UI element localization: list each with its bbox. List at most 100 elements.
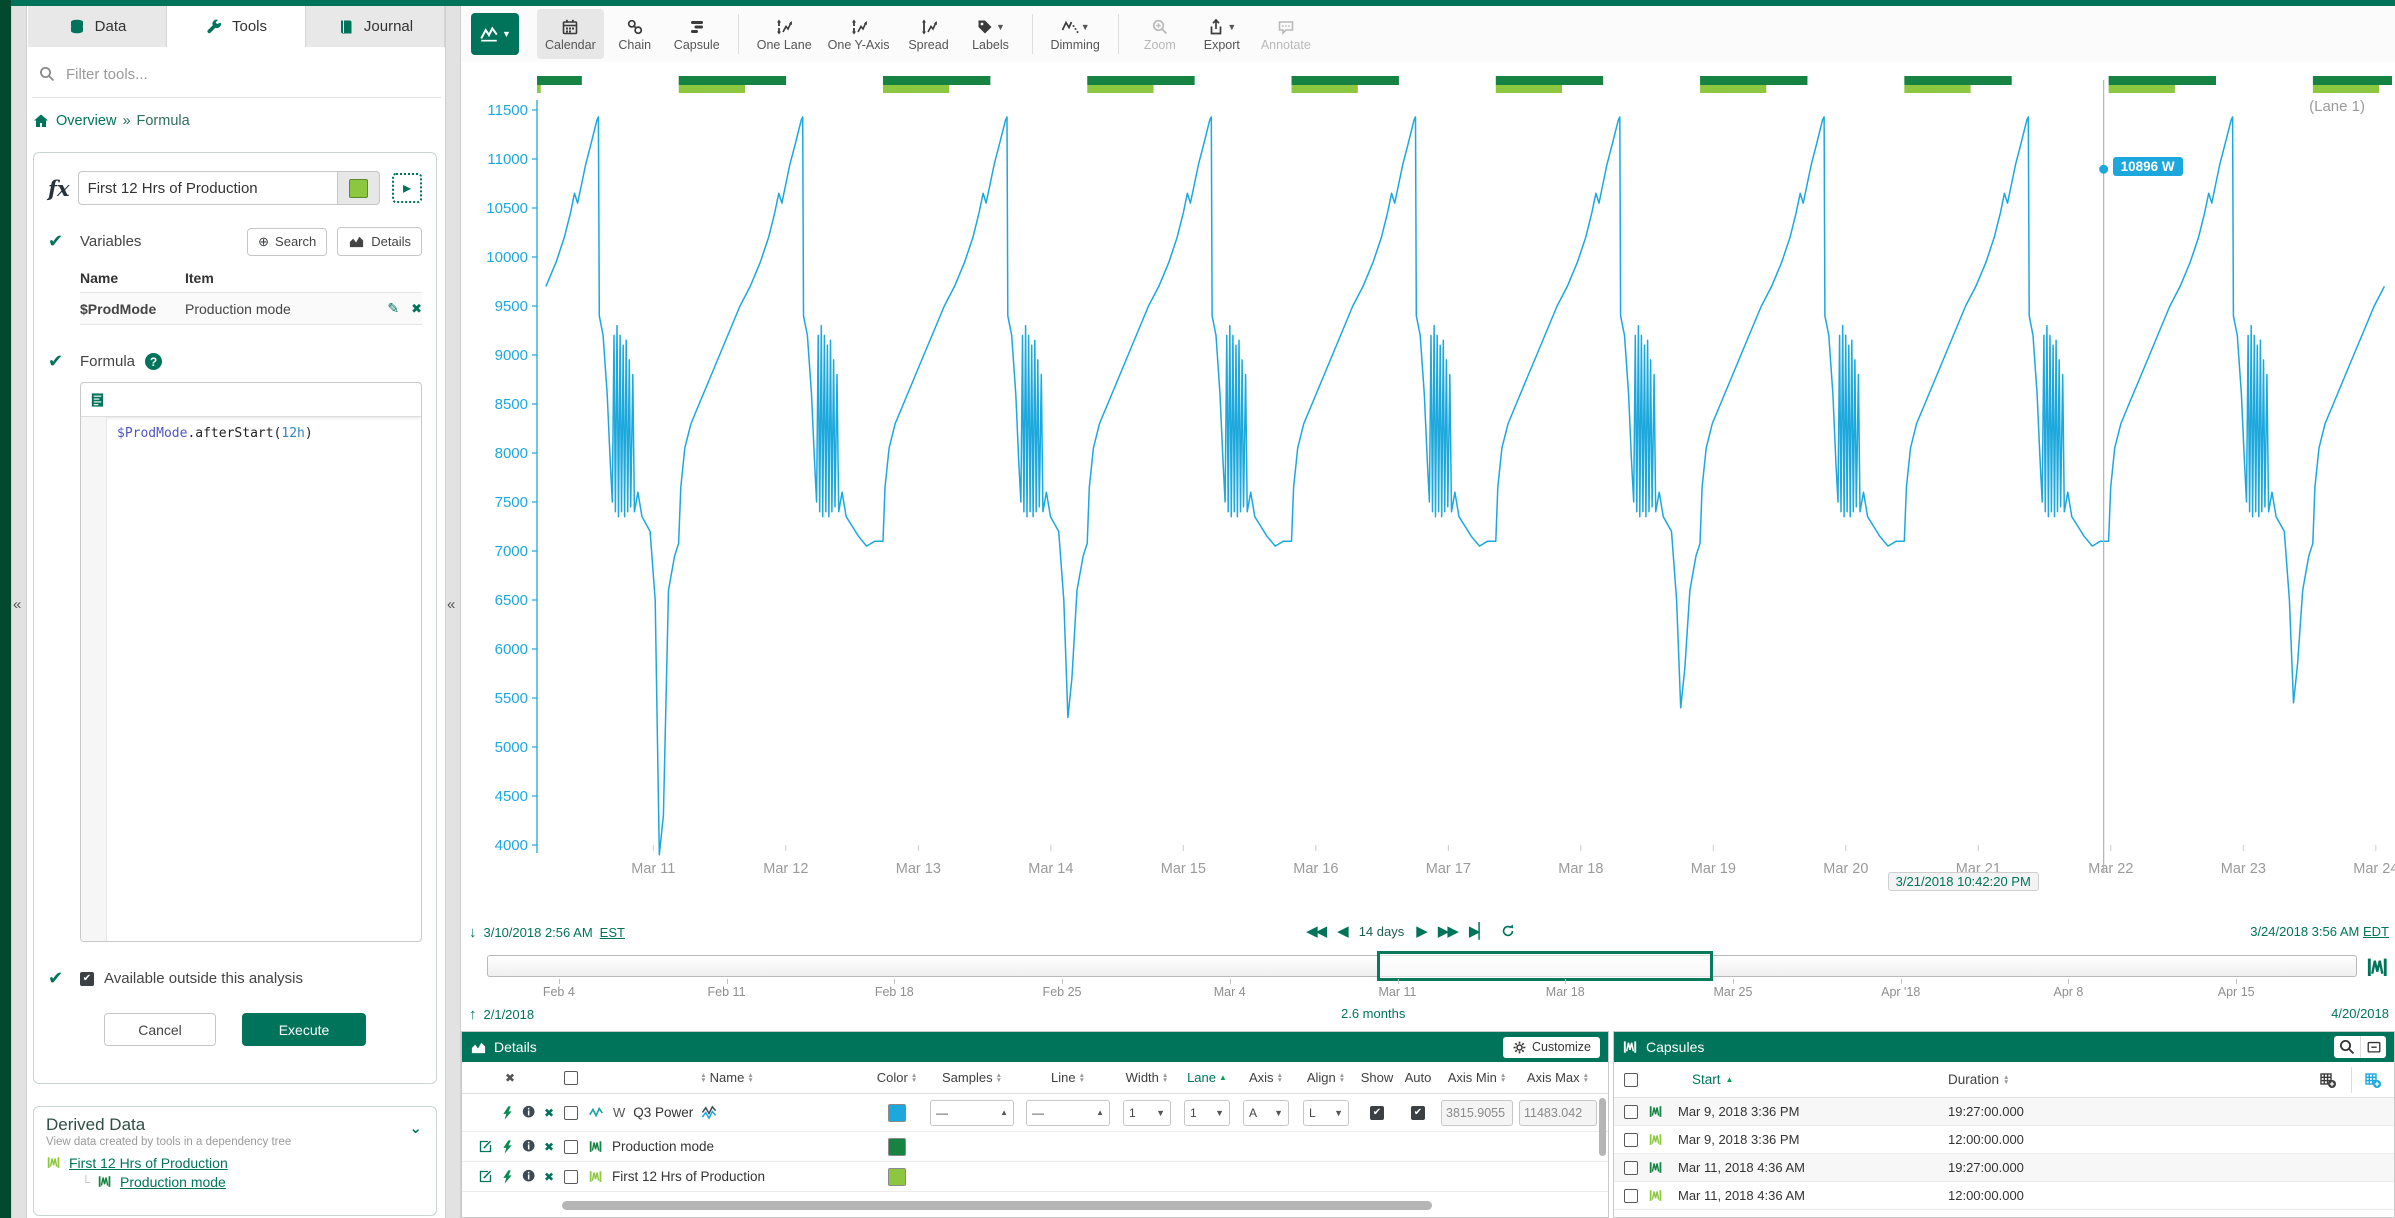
edit-icon[interactable] bbox=[478, 1169, 493, 1184]
help-icon[interactable]: ? bbox=[145, 353, 162, 370]
step-back-half-icon[interactable]: ◀ bbox=[1337, 922, 1347, 940]
range-start-timezone[interactable]: EST bbox=[600, 925, 625, 940]
sort-asc-icon[interactable]: ▲ bbox=[1726, 1075, 1734, 1084]
edit-variable-icon[interactable]: ✎ bbox=[387, 300, 399, 317]
available-checkbox[interactable]: ✔ bbox=[80, 972, 94, 986]
variables-search-button[interactable]: ⊕ Search bbox=[247, 228, 327, 256]
capsule-row[interactable]: Mar 11, 2018 4:36 AM 19:27:00.000 bbox=[1614, 1154, 2394, 1182]
remove-icon[interactable]: ✖ bbox=[544, 1106, 554, 1120]
row-checkbox[interactable] bbox=[564, 1106, 578, 1120]
scrubber-selection[interactable] bbox=[1377, 951, 1713, 981]
toolbar-labels-button[interactable]: ▼Labels bbox=[960, 9, 1022, 59]
info-icon[interactable] bbox=[522, 1105, 537, 1120]
color-swatch[interactable] bbox=[888, 1138, 906, 1156]
details-col-auto[interactable]: Auto bbox=[1398, 1070, 1438, 1085]
formula-code[interactable]: $ProdMode.afterStart(12h) bbox=[107, 417, 323, 941]
details-col-max[interactable]: Axis Max▲▼ bbox=[1516, 1070, 1600, 1085]
capsules-col-start[interactable]: Start bbox=[1692, 1072, 1721, 1087]
capsule-checkbox[interactable] bbox=[1624, 1105, 1638, 1119]
toolbar-dimming-button[interactable]: ▼Dimming bbox=[1043, 9, 1108, 59]
vertical-scrollbar[interactable] bbox=[1599, 1098, 1606, 1156]
details-col-width[interactable]: Width▲▼ bbox=[1116, 1070, 1178, 1085]
step-to-end-icon[interactable]: ▶▏ bbox=[1469, 922, 1488, 940]
toolbar-one-lane-button[interactable]: One Lane bbox=[749, 9, 820, 59]
details-col-cb[interactable] bbox=[558, 1071, 584, 1085]
axis-min-value[interactable]: 3815.9055 bbox=[1441, 1100, 1513, 1126]
item-name[interactable]: Q3 Power bbox=[633, 1105, 693, 1120]
details-col-color[interactable]: Color▲▼ bbox=[870, 1070, 924, 1085]
range-start-arrow-icon[interactable]: ↓ bbox=[469, 924, 477, 941]
details-col-name[interactable]: ▲▼Name▲▼ bbox=[584, 1070, 870, 1085]
chevron-down-icon[interactable]: ⌄ bbox=[409, 1119, 422, 1137]
toolbar-calendar-button[interactable]: Calendar bbox=[537, 9, 604, 59]
row-checkbox[interactable] bbox=[564, 1170, 578, 1184]
step-forward-full-icon[interactable]: ▶▶ bbox=[1438, 922, 1457, 940]
formula-doc-icon[interactable] bbox=[89, 391, 106, 409]
left-collapse-gutter[interactable]: « bbox=[11, 0, 27, 1218]
range-end-timezone[interactable]: EDT bbox=[2363, 924, 2389, 939]
capsule-checkbox[interactable] bbox=[1624, 1161, 1638, 1175]
item-name[interactable]: Production mode bbox=[612, 1139, 714, 1154]
horizontal-scrollbar[interactable] bbox=[562, 1201, 1432, 1210]
details-col-line[interactable]: Line▲▼ bbox=[1020, 1070, 1116, 1085]
toolbar-chain-button[interactable]: Chain bbox=[604, 9, 666, 59]
toolbar-spread-button[interactable]: Spread bbox=[898, 9, 960, 59]
bolt-icon[interactable] bbox=[500, 1105, 515, 1121]
row-checkbox[interactable] bbox=[564, 1140, 578, 1154]
details-col-rowicons[interactable]: ✖ bbox=[462, 1071, 558, 1085]
step-back-full-icon[interactable]: ◀◀ bbox=[1306, 922, 1325, 940]
item-name[interactable]: First 12 Hrs of Production bbox=[612, 1169, 765, 1184]
details-col-min[interactable]: Axis Min▲▼ bbox=[1438, 1070, 1516, 1085]
details-col-show[interactable]: Show bbox=[1356, 1070, 1398, 1085]
chart-canvas[interactable]: 1150011000105001000095009000850080007500… bbox=[461, 62, 2395, 918]
capsules-zoom-icon[interactable] bbox=[2334, 1036, 2360, 1058]
popout-icon[interactable]: ▸ bbox=[392, 173, 422, 203]
cancel-button[interactable]: Cancel bbox=[104, 1013, 216, 1046]
capsule-time-icon[interactable] bbox=[2365, 953, 2391, 983]
color-swatch-button[interactable] bbox=[338, 171, 380, 205]
info-icon[interactable] bbox=[522, 1169, 537, 1184]
home-icon[interactable] bbox=[32, 112, 50, 130]
collapse-sidebar-icon[interactable]: « bbox=[447, 596, 455, 613]
remove-icon[interactable]: ✖ bbox=[544, 1140, 554, 1154]
scrub-start-arrow-icon[interactable]: ↑ bbox=[469, 1006, 477, 1023]
auto-checkbox[interactable]: ✔ bbox=[1411, 1106, 1425, 1120]
remove-icon[interactable]: ✖ bbox=[544, 1170, 554, 1184]
collapse-left-icon[interactable]: « bbox=[13, 596, 21, 613]
show-checkbox[interactable]: ✔ bbox=[1370, 1106, 1384, 1120]
variables-details-button[interactable]: Details bbox=[337, 227, 422, 256]
step-forward-half-icon[interactable]: ▶ bbox=[1416, 922, 1426, 940]
stacked-waves-icon[interactable] bbox=[701, 1104, 718, 1121]
toolbar-export-button[interactable]: ▼Export bbox=[1191, 9, 1253, 59]
details-col-samples[interactable]: Samples▲▼ bbox=[924, 1070, 1020, 1085]
capsule-checkbox[interactable] bbox=[1624, 1189, 1638, 1203]
remove-variable-icon[interactable]: ✖ bbox=[411, 301, 422, 317]
derived-item-link[interactable]: First 12 Hrs of Production bbox=[69, 1155, 228, 1171]
formula-editor[interactable]: $ProdMode.afterStart(12h) bbox=[80, 382, 422, 942]
toolbar-capsule-button[interactable]: Capsule bbox=[666, 9, 728, 59]
color-swatch[interactable] bbox=[888, 1168, 906, 1186]
details-col-axis[interactable]: Axis▲▼ bbox=[1236, 1070, 1296, 1085]
details-col-lane[interactable]: Lane▲ bbox=[1178, 1070, 1236, 1085]
formula-name-input[interactable] bbox=[78, 171, 338, 205]
breadcrumb-overview[interactable]: Overview bbox=[56, 113, 116, 129]
tab-journal[interactable]: Journal bbox=[306, 6, 445, 47]
sidebar-collapse-gutter[interactable]: « bbox=[445, 0, 461, 1218]
refresh-icon[interactable] bbox=[1500, 923, 1516, 939]
select-all-checkbox[interactable] bbox=[564, 1071, 578, 1085]
filter-tools-search[interactable]: Filter tools... bbox=[28, 47, 445, 97]
capsule-row[interactable]: Mar 9, 2018 3:36 PM 19:27:00.000 bbox=[1614, 1098, 2394, 1126]
remove-all-icon[interactable]: ✖ bbox=[505, 1071, 515, 1085]
bolt-icon[interactable] bbox=[500, 1169, 515, 1185]
color-swatch[interactable] bbox=[888, 1104, 906, 1122]
edit-icon[interactable] bbox=[478, 1139, 493, 1154]
info-icon[interactable] bbox=[522, 1139, 537, 1154]
trend-chart[interactable]: 1150011000105001000095009000850080007500… bbox=[461, 62, 2395, 918]
view-mode-dropdown[interactable]: ▼ bbox=[471, 13, 519, 55]
capsules-col-duration[interactable]: Duration bbox=[1948, 1072, 1999, 1087]
add-stat-column-icon[interactable] bbox=[2364, 1071, 2382, 1089]
capsule-row[interactable]: Mar 11, 2018 4:36 AM 12:00:00.000 bbox=[1614, 1182, 2394, 1210]
capsule-checkbox[interactable] bbox=[1624, 1133, 1638, 1147]
details-col-align[interactable]: Align▲▼ bbox=[1296, 1070, 1356, 1085]
bolt-icon[interactable] bbox=[500, 1139, 515, 1155]
